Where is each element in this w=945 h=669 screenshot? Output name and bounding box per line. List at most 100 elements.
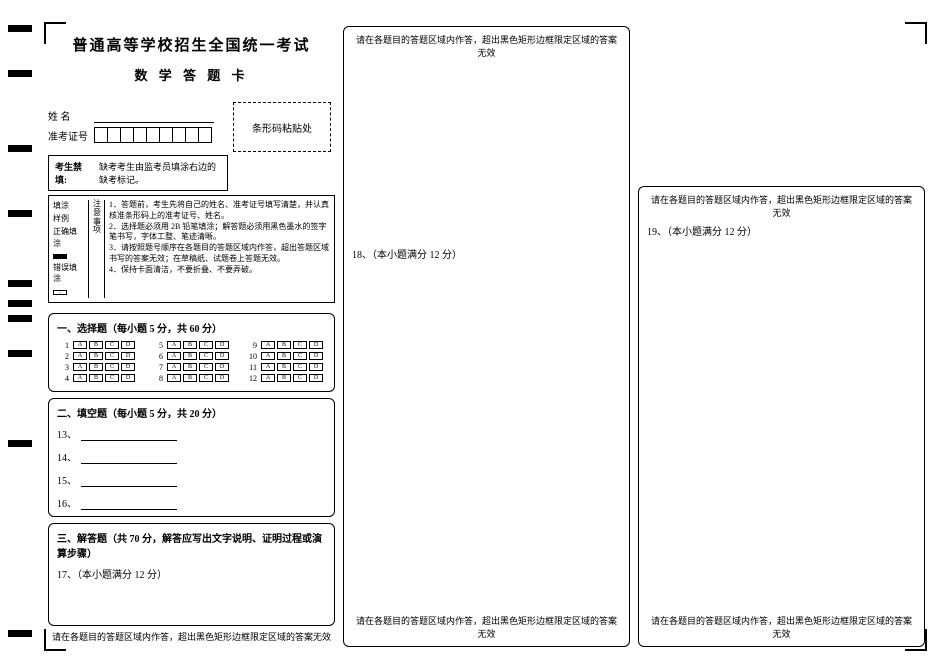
bubble-b[interactable]: B bbox=[89, 352, 103, 360]
crop-mark bbox=[44, 22, 46, 44]
mc-title: 一、选择题（每小题 5 分，共 60 分） bbox=[57, 320, 326, 335]
bubble-b[interactable]: B bbox=[277, 363, 291, 371]
fb-num-16: 16、 bbox=[57, 495, 77, 510]
bubble-c[interactable]: C bbox=[293, 352, 307, 360]
barcode-paste-area: 条形码粘贴处 bbox=[233, 102, 331, 152]
bubble-b[interactable]: B bbox=[183, 374, 197, 382]
bad-fill-icon bbox=[53, 290, 67, 295]
bubble-c[interactable]: C bbox=[105, 363, 119, 371]
bubble-d[interactable]: D bbox=[215, 374, 229, 382]
bubble-a[interactable]: A bbox=[261, 363, 275, 371]
bubble-c[interactable]: C bbox=[105, 374, 119, 382]
rules-box: 填涂 样例 正确填涂 错误填涂 注意事项 1．答题前，考生先将自己的姓名、准考证… bbox=[48, 195, 335, 303]
exam-notice-box: 考生禁填: 缺考考生由监考员填涂右边的缺考标记。 bbox=[48, 155, 228, 191]
bubble-c[interactable]: C bbox=[105, 341, 119, 349]
rule-1: 1．答题前，考生先将自己的姓名、准考证号填写清楚，并认真核准条形码上的准考证号、… bbox=[109, 200, 330, 222]
exam-subtitle: 数 学 答 题 卡 bbox=[48, 65, 335, 84]
section-essay: 三、解答题（共 70 分，解答应写出文字说明、证明过程或演算步骤） 17、（本小… bbox=[48, 523, 335, 627]
column-2: 请在各题目的答题区域内作答，超出黑色矩形边框限定区域的答案无效 18、（本小题满… bbox=[343, 26, 630, 647]
fill-title: 二、填空题（每小题 5 分，共 20 分） bbox=[57, 405, 326, 420]
section-mc: 一、选择题（每小题 5 分，共 60 分） 1ABCD 2ABCD 3ABCD … bbox=[48, 313, 335, 392]
mc-num: 6 bbox=[151, 352, 163, 361]
bubble-d[interactable]: D bbox=[215, 341, 229, 349]
fb-line[interactable] bbox=[81, 452, 177, 464]
q17-answer-area[interactable] bbox=[57, 585, 326, 620]
section-fill: 二、填空题（每小题 5 分，共 20 分） 13、 14、 15、 16、 bbox=[48, 398, 335, 517]
mc-num: 10 bbox=[245, 352, 257, 361]
bubble-b[interactable]: B bbox=[89, 363, 103, 371]
bubble-c[interactable]: C bbox=[199, 374, 213, 382]
bubble-b[interactable]: B bbox=[277, 374, 291, 382]
bubble-b[interactable]: B bbox=[183, 352, 197, 360]
bubble-a[interactable]: A bbox=[167, 374, 181, 382]
exam-notice-label: 考生禁填: bbox=[55, 160, 93, 186]
fb-line[interactable] bbox=[81, 498, 177, 510]
bubble-a[interactable]: A bbox=[73, 352, 87, 360]
bubble-c[interactable]: C bbox=[199, 341, 213, 349]
bubble-d[interactable]: D bbox=[309, 363, 323, 371]
attention-label: 注意事项 bbox=[93, 200, 105, 298]
exam-notice-text: 缺考考生由监考员填涂右边的缺考标记。 bbox=[99, 160, 221, 186]
mc-num: 7 bbox=[151, 363, 163, 372]
fb-line[interactable] bbox=[81, 429, 177, 441]
bubble-b[interactable]: B bbox=[277, 341, 291, 349]
boundary-notice: 请在各题目的答题区域内作答，超出黑色矩形边框限定区域的答案无效 bbox=[647, 614, 916, 640]
bubble-d[interactable]: D bbox=[309, 352, 323, 360]
mc-bubble-grid: 1ABCD 2ABCD 3ABCD 4ABCD 5ABCD 6ABCD 7ABC… bbox=[57, 341, 326, 385]
bubble-d[interactable]: D bbox=[121, 374, 135, 382]
name-input-line[interactable] bbox=[94, 109, 214, 123]
mc-num: 4 bbox=[57, 374, 69, 383]
timing-marks bbox=[8, 0, 36, 669]
bubble-a[interactable]: A bbox=[73, 363, 87, 371]
bubble-d[interactable]: D bbox=[121, 352, 135, 360]
crop-mark bbox=[925, 629, 927, 651]
fb-num-15: 15、 bbox=[57, 472, 77, 487]
bubble-a[interactable]: A bbox=[167, 352, 181, 360]
exam-header: 普通高等学校招生全国统一考试 数 学 答 题 卡 bbox=[48, 34, 335, 98]
column-3: 请在各题目的答题区域内作答，超出黑色矩形边框限定区域的答案无效 19、（本小题满… bbox=[638, 26, 925, 647]
bubble-a[interactable]: A bbox=[167, 363, 181, 371]
q18-answer-area[interactable] bbox=[352, 265, 621, 614]
bubble-d[interactable]: D bbox=[121, 341, 135, 349]
bubble-a[interactable]: A bbox=[73, 341, 87, 349]
bubble-d[interactable]: D bbox=[215, 363, 229, 371]
q18-label: 18、（本小题满分 12 分） bbox=[352, 246, 621, 261]
bubble-c[interactable]: C bbox=[199, 352, 213, 360]
boundary-notice: 请在各题目的答题区域内作答，超出黑色矩形边框限定区域的答案无效 bbox=[352, 614, 621, 640]
q17-continued-area[interactable] bbox=[352, 63, 621, 238]
bubble-a[interactable]: A bbox=[167, 341, 181, 349]
crop-mark bbox=[44, 22, 66, 24]
bubble-c[interactable]: C bbox=[293, 341, 307, 349]
bubble-a[interactable]: A bbox=[261, 352, 275, 360]
rule-2: 2．选择题必须用 2B 铅笔填涂；解答题必须用黑色墨水的签字笔书写，字体工整、笔… bbox=[109, 222, 330, 244]
boundary-notice: 请在各题目的答题区域内作答，超出黑色矩形边框限定区域的答案无效 bbox=[352, 33, 621, 59]
bubble-d[interactable]: D bbox=[215, 352, 229, 360]
bubble-b[interactable]: B bbox=[183, 363, 197, 371]
fill-example: 填涂 样例 正确填涂 错误填涂 bbox=[53, 200, 89, 298]
fb-num-13: 13、 bbox=[57, 426, 77, 441]
bubble-c[interactable]: C bbox=[293, 374, 307, 382]
bubble-c[interactable]: C bbox=[293, 363, 307, 371]
bubble-a[interactable]: A bbox=[261, 341, 275, 349]
q17-label: 17、（本小题满分 12 分） bbox=[57, 566, 326, 581]
bubble-b[interactable]: B bbox=[277, 352, 291, 360]
bubble-d[interactable]: D bbox=[309, 374, 323, 382]
bubble-c[interactable]: C bbox=[199, 363, 213, 371]
ticket-number-boxes[interactable] bbox=[94, 127, 212, 143]
boundary-notice: 请在各题目的答题区域内作答，超出黑色矩形边框限定区域的答案无效 bbox=[48, 630, 335, 643]
bubble-a[interactable]: A bbox=[73, 374, 87, 382]
bubble-c[interactable]: C bbox=[105, 352, 119, 360]
bubble-b[interactable]: B bbox=[89, 341, 103, 349]
fb-line[interactable] bbox=[81, 475, 177, 487]
bubble-b[interactable]: B bbox=[89, 374, 103, 382]
q19-answer-area[interactable] bbox=[647, 242, 916, 614]
bubble-b[interactable]: B bbox=[183, 341, 197, 349]
bubble-d[interactable]: D bbox=[309, 341, 323, 349]
exam-title: 普通高等学校招生全国统一考试 bbox=[48, 34, 335, 55]
bubble-d[interactable]: D bbox=[121, 363, 135, 371]
bad-fill-label: 错误填涂 bbox=[53, 262, 84, 284]
crop-mark bbox=[44, 649, 66, 651]
rule-4: 4．保持卡面清洁，不要折叠、不要弄破。 bbox=[109, 265, 330, 276]
bubble-a[interactable]: A bbox=[261, 374, 275, 382]
rule-3: 3．请按照题号顺序在各题目的答题区域内作答，超出答题区域书写的答案无效；在草稿纸… bbox=[109, 243, 330, 265]
